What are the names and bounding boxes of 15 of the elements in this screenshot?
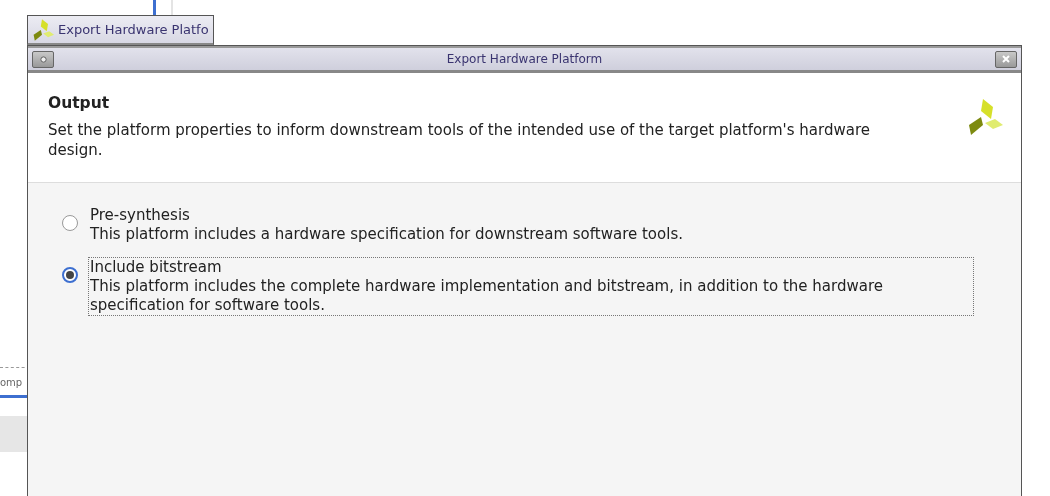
taskbar-tab[interactable]: Export Hardware Platfo: [27, 15, 214, 46]
close-icon: [1002, 55, 1010, 63]
close-button[interactable]: [995, 50, 1017, 68]
option-label[interactable]: Pre-synthesis: [90, 206, 972, 225]
option-description: This platform includes the complete hardware implementation and bitstream, in addition to the hardware specification for software tools.: [90, 277, 884, 315]
circle-icon: [39, 55, 47, 63]
option-label[interactable]: Include bitstream: [90, 258, 972, 277]
window-menu-button[interactable]: [32, 50, 54, 68]
section-description: Set the platform properties to inform downstream tools of the intended use of the target platform's hardware design.: [48, 120, 871, 160]
radio-button[interactable]: [62, 267, 78, 283]
section-title: Output: [48, 94, 111, 112]
option-description: This platform includes a hardware specification for downstream software tools.: [90, 225, 684, 244]
panel-background: [0, 416, 27, 452]
radio-button[interactable]: [62, 215, 78, 231]
window-title: Export Hardware Platform: [445, 52, 604, 66]
